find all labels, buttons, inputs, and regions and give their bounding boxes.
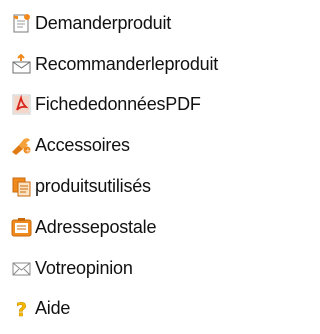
menu-item-label: Demanderproduit — [35, 12, 172, 33]
menu-item-label: FichededonnéesPDF — [35, 94, 201, 115]
menu-item-pdf-datasheet[interactable]: FichededonnéesPDF — [10, 85, 218, 126]
pdf-icon — [10, 94, 33, 115]
menu-item-label: Recommanderleproduit — [35, 53, 219, 74]
menu-item-postal-address[interactable]: Adressepostale — [10, 207, 218, 248]
svg-text:?: ? — [16, 299, 27, 319]
help-icon: ? — [10, 298, 33, 319]
menu-item-your-opinion[interactable]: Votreopinion — [10, 248, 218, 289]
menu-item-request-product[interactable]: Demanderproduit — [10, 3, 218, 44]
request-product-icon — [10, 13, 33, 34]
menu-item-recommend-product[interactable]: Recommanderleproduit — [10, 44, 218, 85]
menu-item-label: Votreopinion — [35, 257, 133, 278]
menu-item-label: Accessoires — [35, 135, 130, 156]
menu-item-label: Aide — [35, 298, 71, 319]
svg-text:+: + — [25, 147, 31, 155]
accessories-icon: + — [10, 135, 33, 156]
menu-item-accessories[interactable]: + Accessoires — [10, 125, 218, 166]
product-actions-menu: Demanderproduit Recommanderleproduit Fic… — [10, 3, 218, 329]
menu-item-used-products[interactable]: produitsutilisés — [10, 166, 218, 207]
recommend-envelope-icon — [10, 53, 33, 75]
menu-item-help[interactable]: ? Aide — [10, 289, 218, 330]
menu-item-label: produitsutilisés — [35, 176, 151, 197]
postal-address-icon — [10, 217, 33, 238]
feedback-envelope-icon — [10, 258, 33, 279]
used-products-icon — [10, 176, 33, 197]
menu-item-label: Adressepostale — [35, 216, 157, 237]
